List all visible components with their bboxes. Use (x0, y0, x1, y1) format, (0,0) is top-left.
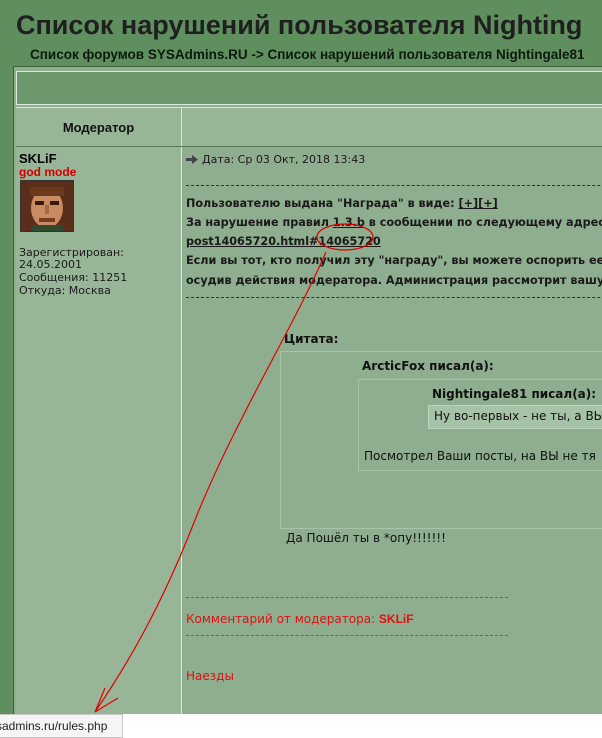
quote-text-mid: Посмотрел Ваши посты, на ВЫ не тя (364, 449, 596, 463)
reply-text: Да Пошёл ты в *опу!!!!!!! (286, 531, 446, 545)
quote-label: Цитата: (284, 332, 339, 346)
mod-comment-text: Наезды (186, 669, 234, 683)
page-title: Список нарушений пользователя Nighting (16, 10, 583, 40)
award-text: Пользователю выдана "Награда" в виде: (186, 197, 459, 210)
breadcrumb-separator: -> (247, 47, 268, 62)
mod-comment-name: SKLiF (378, 612, 414, 626)
post-divider-bottom (186, 297, 602, 298)
mod-divider-bottom (186, 635, 508, 636)
author-post-count: Сообщения: 11251 (19, 271, 128, 284)
post-link[interactable]: post14065720.html#14065720 (186, 235, 381, 248)
quote-author-arcticfox: ArcticFox писал(а): (362, 359, 494, 373)
breadcrumb-home-link[interactable]: Список форумов SYSAdmins.RU (30, 47, 248, 62)
violations-table: Модератор SKLiF god mode Зарегистрирован… (13, 66, 602, 716)
mod-comment-line: Комментарий от модератора: SKLiF (186, 612, 414, 626)
author-registered-date: 24.05.2001 (19, 258, 82, 271)
status-url-text: ysadmins.ru/rules.php (0, 719, 108, 733)
author-location: Откуда: Москва (19, 284, 111, 297)
mod-divider-top (186, 597, 508, 598)
post-link-line: post14065720.html#14065720 (186, 235, 381, 248)
author-rank: god mode (19, 165, 77, 179)
author-column: SKLiF god mode Зарегистрирован: 24.05.20… (16, 147, 182, 715)
post-date: Дата: Ср 03 Окт, 2018 13:43 (202, 153, 366, 166)
bottom-strip (122, 714, 602, 738)
message-column: Дата: Ср 03 Окт, 2018 13:43 Пользователю… (182, 147, 602, 715)
breadcrumb-current-link[interactable]: Список нарушений пользователя Nightingal… (268, 47, 585, 62)
post-date-line: Дата: Ср 03 Окт, 2018 13:43 (186, 153, 365, 166)
quote-text-deep: Ну во-первых - не ты, а ВЫ! (434, 409, 602, 423)
rule-text: За нарушение правил (186, 216, 333, 229)
header-moderator: Модератор (16, 108, 182, 146)
avatar-face-icon (21, 181, 73, 231)
status-bar-url: ysadmins.ru/rules.php (0, 714, 123, 738)
admin-line: осудив действия модератора. Администраци… (186, 274, 602, 287)
breadcrumb: Список форумов SYSAdmins.RU -> Список на… (30, 47, 585, 62)
award-plus-link-2[interactable]: [+] (478, 197, 498, 210)
post-divider-top (186, 185, 602, 186)
rule-suffix-text: в сообщении по следующему адресу: (364, 216, 602, 229)
table-header-row: Модератор (16, 107, 602, 147)
rule-line: За нарушение правил 1.3.b в сообщении по… (186, 216, 602, 229)
post-arrow-icon (186, 155, 198, 164)
header-message (182, 108, 602, 146)
contest-line: Если вы тот, кто получил эту "награду", … (186, 254, 602, 267)
author-username[interactable]: SKLiF (19, 151, 57, 166)
quote-author-nightingale: Nightingale81 писал(а): (432, 387, 597, 401)
rule-link[interactable]: 1.3.b (333, 216, 365, 229)
mod-comment-label: Комментарий от модератора: (186, 612, 379, 626)
table-top-bar (16, 71, 602, 105)
avatar (20, 180, 74, 232)
award-line: Пользователю выдана "Награда" в виде: [+… (186, 197, 498, 210)
award-plus-link-1[interactable]: [+] (458, 197, 478, 210)
